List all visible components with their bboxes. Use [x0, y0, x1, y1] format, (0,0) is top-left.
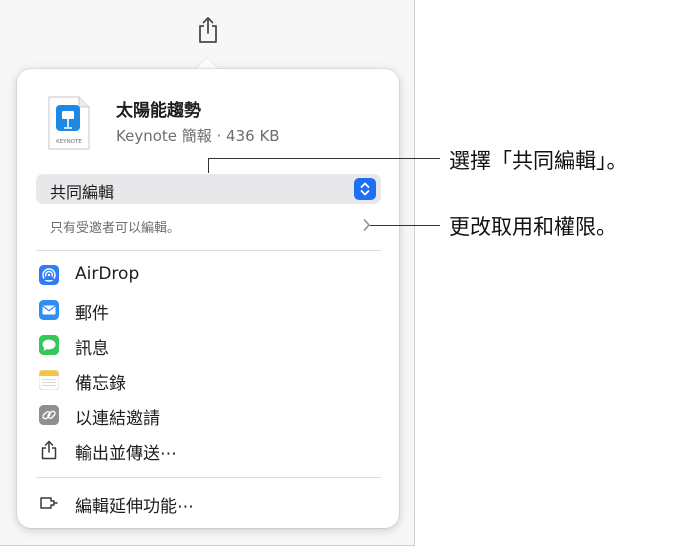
menu-item-airdrop[interactable]: AirDrop: [36, 259, 381, 291]
share-button[interactable]: [193, 14, 223, 46]
keynote-file-icon: KEYNOTE: [48, 96, 90, 150]
callout-leader-permissions: [370, 225, 440, 226]
menu-item-label: 訊息: [75, 339, 109, 359]
permissions-text: 只有受邀者可以編輯。: [50, 221, 181, 236]
mail-icon: [39, 300, 59, 320]
menu-item-messages[interactable]: 訊息: [36, 329, 381, 361]
callout-leader-collab: [208, 158, 440, 159]
extensions-icon: [39, 493, 59, 513]
permissions-row[interactable]: 只有受邀者可以編輯。: [36, 214, 381, 238]
menu-item-label: 郵件: [75, 304, 109, 324]
share-popover: KEYNOTE 太陽能趨勢 Keynote 簡報 · 436 KB 共同編輯 只…: [17, 69, 399, 528]
menu-item-label: 以連結邀請: [75, 409, 160, 429]
updown-chevron-icon: [354, 178, 376, 200]
edit-extensions-button[interactable]: 編輯延伸功能⋯: [36, 487, 381, 519]
file-subtitle: Keynote 簡報 · 436 KB: [116, 127, 280, 145]
file-title: 太陽能趨勢: [116, 101, 201, 121]
callout-collab-text: 選擇「共同編輯」。: [449, 149, 628, 173]
divider: [36, 477, 381, 478]
collaboration-select[interactable]: 共同編輯: [36, 174, 381, 204]
menu-item-label: 輸出並傳送⋯: [75, 444, 177, 464]
menu-item-notes[interactable]: 備忘錄: [36, 364, 381, 396]
menu-item-mail[interactable]: 郵件: [36, 294, 381, 326]
menu-item-export-send[interactable]: 輸出並傳送⋯: [36, 434, 381, 466]
divider: [36, 250, 381, 251]
notes-icon: [39, 370, 59, 390]
menu-item-label: 備忘錄: [75, 374, 126, 394]
messages-icon: [39, 335, 59, 355]
link-icon: [39, 405, 59, 425]
collaboration-select-label: 共同編輯: [50, 183, 115, 202]
edit-extensions-label: 編輯延伸功能⋯: [75, 497, 194, 517]
airdrop-icon: [39, 265, 59, 285]
callout-leader-collab-vertical: [208, 158, 209, 173]
menu-item-invite-link[interactable]: 以連結邀請: [36, 399, 381, 431]
share-icon: [199, 17, 217, 43]
menu-item-label: AirDrop: [75, 264, 140, 284]
callout-permissions-text: 更改取用和權限。: [449, 215, 617, 239]
export-icon: [39, 440, 59, 460]
file-icon-label: KEYNOTE: [56, 139, 82, 145]
